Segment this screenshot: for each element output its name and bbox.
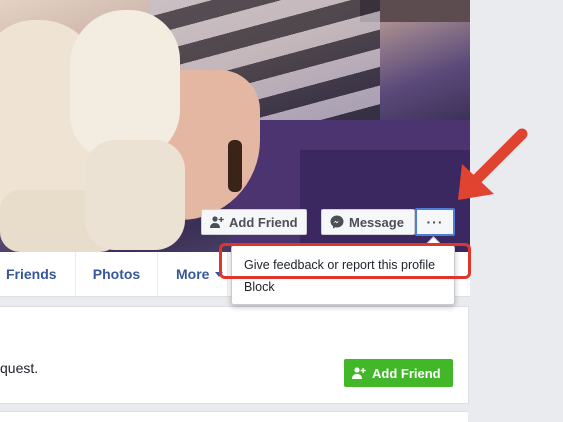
message-button[interactable]: Message — [321, 209, 415, 235]
friend-request-card: quest. Add Friend — [0, 343, 469, 404]
messenger-icon — [330, 215, 344, 229]
tab-photos[interactable]: Photos — [76, 252, 158, 296]
content-card-top — [0, 306, 469, 344]
add-friend-label: Add Friend — [229, 214, 298, 230]
message-label: Message — [349, 214, 404, 230]
add-friend-button[interactable]: Add Friend — [201, 209, 307, 235]
highlight-box — [219, 243, 471, 279]
add-friend-icon — [210, 216, 224, 228]
add-friend-green-label: Add Friend — [372, 365, 441, 381]
menu-item-block[interactable]: Block — [244, 280, 275, 294]
tab-photos-label: Photos — [92, 266, 141, 282]
friend-request-text: quest. — [0, 360, 39, 376]
arrow-annotation-icon — [458, 128, 528, 200]
tab-friends-label: Friends — [6, 266, 57, 282]
add-friend-icon — [352, 367, 366, 379]
tab-friends[interactable]: Friends — [0, 252, 76, 296]
tab-more-label: More — [176, 266, 210, 282]
add-friend-green-button[interactable]: Add Friend — [344, 359, 453, 387]
tab-more[interactable]: More — [158, 252, 228, 296]
